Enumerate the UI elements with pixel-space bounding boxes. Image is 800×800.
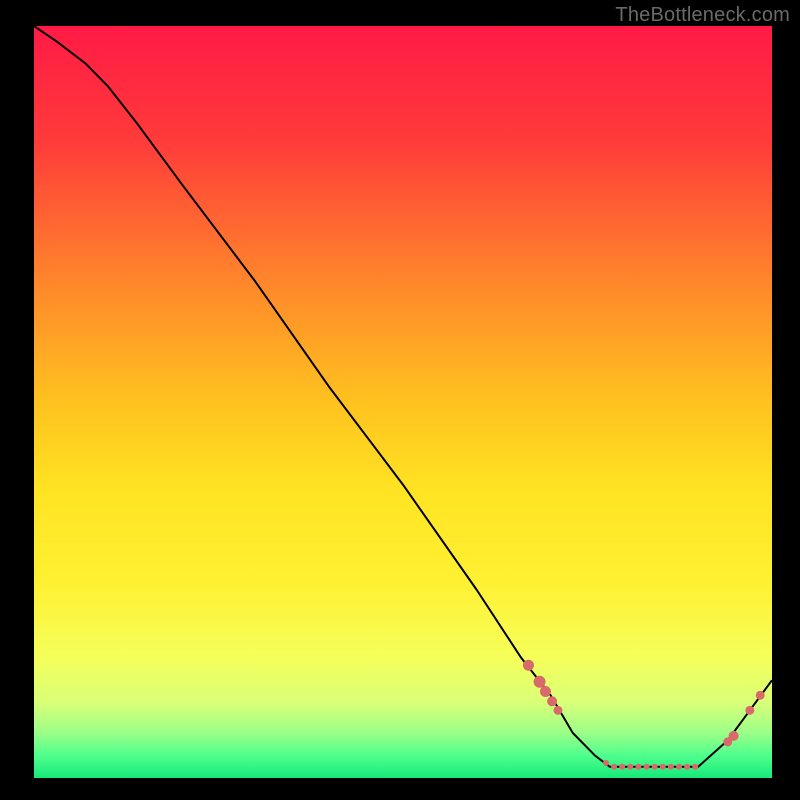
curve-marker xyxy=(540,686,551,697)
curve-marker xyxy=(668,764,674,770)
curve-marker xyxy=(603,760,609,766)
watermark-text: TheBottleneck.com xyxy=(615,4,790,27)
chart-frame: { "watermark": "TheBottleneck.com", "plo… xyxy=(0,0,800,800)
curve-marker xyxy=(652,764,658,770)
curve-marker xyxy=(676,764,682,770)
curve-marker xyxy=(611,764,617,770)
curve-marker xyxy=(756,691,765,700)
curve-marker xyxy=(534,676,546,688)
curve-marker xyxy=(644,764,650,770)
curve-marker xyxy=(692,764,698,770)
curve-marker xyxy=(523,660,534,671)
curve-marker xyxy=(547,696,557,706)
curve-marker xyxy=(627,764,633,770)
curve-marker xyxy=(635,764,641,770)
curve-marker xyxy=(745,706,754,715)
curve-marker xyxy=(684,764,690,770)
curve-marker xyxy=(553,706,562,715)
curve-marker xyxy=(619,764,625,770)
curve-marker xyxy=(729,731,739,741)
curve-marker xyxy=(660,764,666,770)
plot-background xyxy=(34,26,772,778)
chart-svg xyxy=(0,0,800,800)
